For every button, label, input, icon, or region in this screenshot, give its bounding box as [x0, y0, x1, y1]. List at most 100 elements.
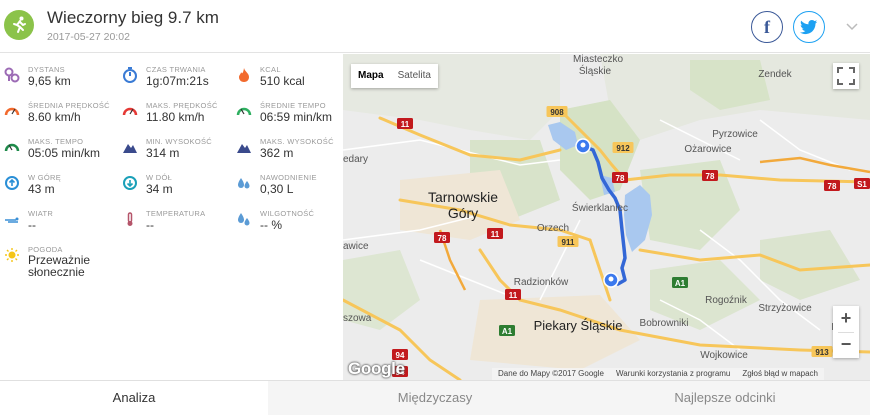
map-place-label: Śląskie	[579, 64, 612, 77]
stat-value: 11.80 km/h	[146, 110, 205, 124]
map-place-label: Orzech	[537, 223, 569, 234]
map-place-label: Wojkowice	[700, 350, 748, 361]
stat-label: MIN. WYSOKOŚĆ	[146, 137, 212, 146]
arrow-up-circle-icon	[5, 176, 19, 190]
facebook-share-button[interactable]: f	[751, 11, 783, 43]
road-shield-label: A1	[502, 327, 513, 336]
stat-value: --	[28, 218, 36, 232]
road-shield-label: S1	[857, 180, 867, 189]
stat-value: 1g:07m:21s	[146, 74, 209, 88]
fullscreen-button[interactable]	[833, 63, 859, 89]
map-type-map-button[interactable]: Mapa	[351, 64, 391, 88]
road-shield-label: 78	[438, 234, 447, 243]
stat-ascent: W GÓRĘ 43 m	[0, 162, 115, 198]
facebook-icon: f	[764, 16, 770, 37]
map-place-label: Bobrowniki	[640, 318, 689, 329]
wind-icon	[5, 217, 19, 223]
route-map[interactable]: 908 11 912 78 78 S1 78 11 911 78 11 A1 A1 94 94 913 Mia…	[343, 54, 870, 380]
map-place-label: Pyrzowice	[712, 129, 758, 140]
twitter-share-button[interactable]	[793, 11, 825, 43]
map-place-label: Radzionków	[514, 277, 569, 288]
stat-value: -- %	[260, 218, 282, 232]
road-shield-label: 11	[491, 230, 500, 239]
stat-min-altitude: MIN. WYSOKOŚĆ 314 m	[118, 126, 233, 162]
tab-analysis[interactable]: Analiza	[0, 381, 268, 415]
activity-title: Wieczorny bieg 9.7 km	[47, 8, 219, 27]
stat-label: W GÓRĘ	[28, 173, 62, 182]
stat-value: 0,30 L	[260, 182, 294, 196]
road-shield-label: 912	[616, 144, 630, 153]
stat-label: NAWODNIENIE	[260, 173, 317, 182]
mountain-icon	[237, 144, 251, 153]
stat-avg-pace: ŚREDNIE TEMPO 06:59 min/km	[232, 90, 347, 126]
map-place-label: Świerklaniec	[572, 201, 628, 214]
map-data-credit: Dane do Mapy ©2017 Google	[498, 369, 604, 378]
stats-panel: DYSTANS 9,65 km CZAS TRWANIA 1g:07m:21s KCAL…	[0, 54, 343, 380]
stat-value: 06:59 min/km	[260, 110, 333, 124]
stat-label: ŚREDNIE TEMPO	[260, 101, 326, 110]
flame-icon	[239, 68, 249, 82]
zoom-in-button[interactable]: +	[833, 306, 859, 332]
pace-icon	[236, 107, 252, 116]
stat-value: 314 m	[146, 146, 180, 160]
stat-value: 362 m	[260, 146, 294, 160]
bottom-tabs: Analiza Międzyczasy Najlepsze odcinki	[0, 380, 870, 415]
road-shield-label: 908	[550, 108, 564, 117]
map-place-label: Strzyżowice	[758, 303, 812, 314]
stat-max-pace: MAKS. TEMPO 05:05 min/km	[0, 126, 115, 162]
stat-label: MAKS. PRĘDKOŚĆ	[146, 101, 218, 110]
thermometer-icon	[127, 212, 133, 226]
map-type-control: Mapa Satelita	[351, 64, 438, 88]
zoom-control: + −	[833, 306, 859, 358]
stat-value: 43 m	[28, 182, 55, 196]
map-place-label: szowa	[343, 313, 372, 324]
road-shield-label: 11	[509, 291, 518, 300]
runner-icon	[4, 10, 34, 40]
activity-date: 2017-05-27 20:02	[47, 31, 130, 43]
map-type-satellite-button[interactable]: Satelita	[391, 64, 438, 88]
map-report-error-link[interactable]: Zgłoś błąd w mapach	[742, 369, 818, 379]
mountain-icon	[123, 144, 137, 153]
speedometer-icon	[122, 107, 138, 116]
stat-value: Przeważnie słonecznie	[28, 253, 91, 279]
tab-best-segments[interactable]: Najlepsze odcinki	[580, 381, 870, 415]
tab-splits[interactable]: Międzyczasy	[290, 381, 580, 415]
fullscreen-icon	[837, 67, 855, 85]
road-shield-label: 78	[706, 172, 715, 181]
zoom-out-button[interactable]: −	[833, 332, 859, 358]
map-place-label: Rogoźnik	[705, 295, 748, 306]
twitter-icon	[800, 19, 818, 34]
road-shield-label: 78	[828, 182, 837, 191]
stat-value: 05:05 min/km	[28, 146, 101, 160]
stat-label: KCAL	[260, 65, 281, 74]
stat-label: WILGOTNOŚĆ	[260, 209, 315, 218]
map-place-label: Ożarowice	[684, 144, 732, 155]
stat-distance: DYSTANS 9,65 km	[0, 54, 115, 90]
stat-max-speed: MAKS. PRĘDKOŚĆ 11.80 km/h	[118, 90, 233, 126]
stat-temperature: TEMPERATURA --	[118, 198, 233, 234]
distance-icon	[4, 67, 20, 83]
road-shield-label: 78	[616, 174, 625, 183]
stat-label: WIATR	[28, 209, 54, 218]
stat-weather: POGODA Przeważnie słonecznie	[0, 234, 115, 278]
map-terms-link[interactable]: Warunki korzystania z programu	[616, 369, 730, 379]
stat-value: --	[146, 218, 154, 232]
arrow-down-circle-icon	[123, 176, 137, 190]
speedometer-icon	[4, 107, 20, 116]
stat-label: TEMPERATURA	[146, 209, 206, 218]
sun-icon	[5, 248, 19, 262]
road-shield-label: A1	[675, 279, 686, 288]
stopwatch-icon	[123, 67, 137, 83]
stat-humidity: WILGOTNOŚĆ -- %	[232, 198, 347, 234]
chevron-down-icon[interactable]	[843, 17, 861, 35]
humidity-icon	[238, 213, 250, 226]
stat-value: 9,65 km	[28, 74, 71, 88]
road-shield-label: 11	[401, 120, 410, 129]
stat-kcal: KCAL 510 kcal	[232, 54, 347, 90]
map-place-label: Piekary Śląskie	[534, 318, 623, 333]
stat-avg-speed: ŚREDNIA PRĘDKOŚĆ 8.60 km/h	[0, 90, 115, 126]
stat-max-altitude: MAKS. WYSOKOŚĆ 362 m	[232, 126, 347, 162]
stat-label: W DÓŁ	[146, 173, 173, 182]
stat-label: DYSTANS	[28, 65, 65, 74]
stat-label: MAKS. WYSOKOŚĆ	[260, 137, 334, 146]
